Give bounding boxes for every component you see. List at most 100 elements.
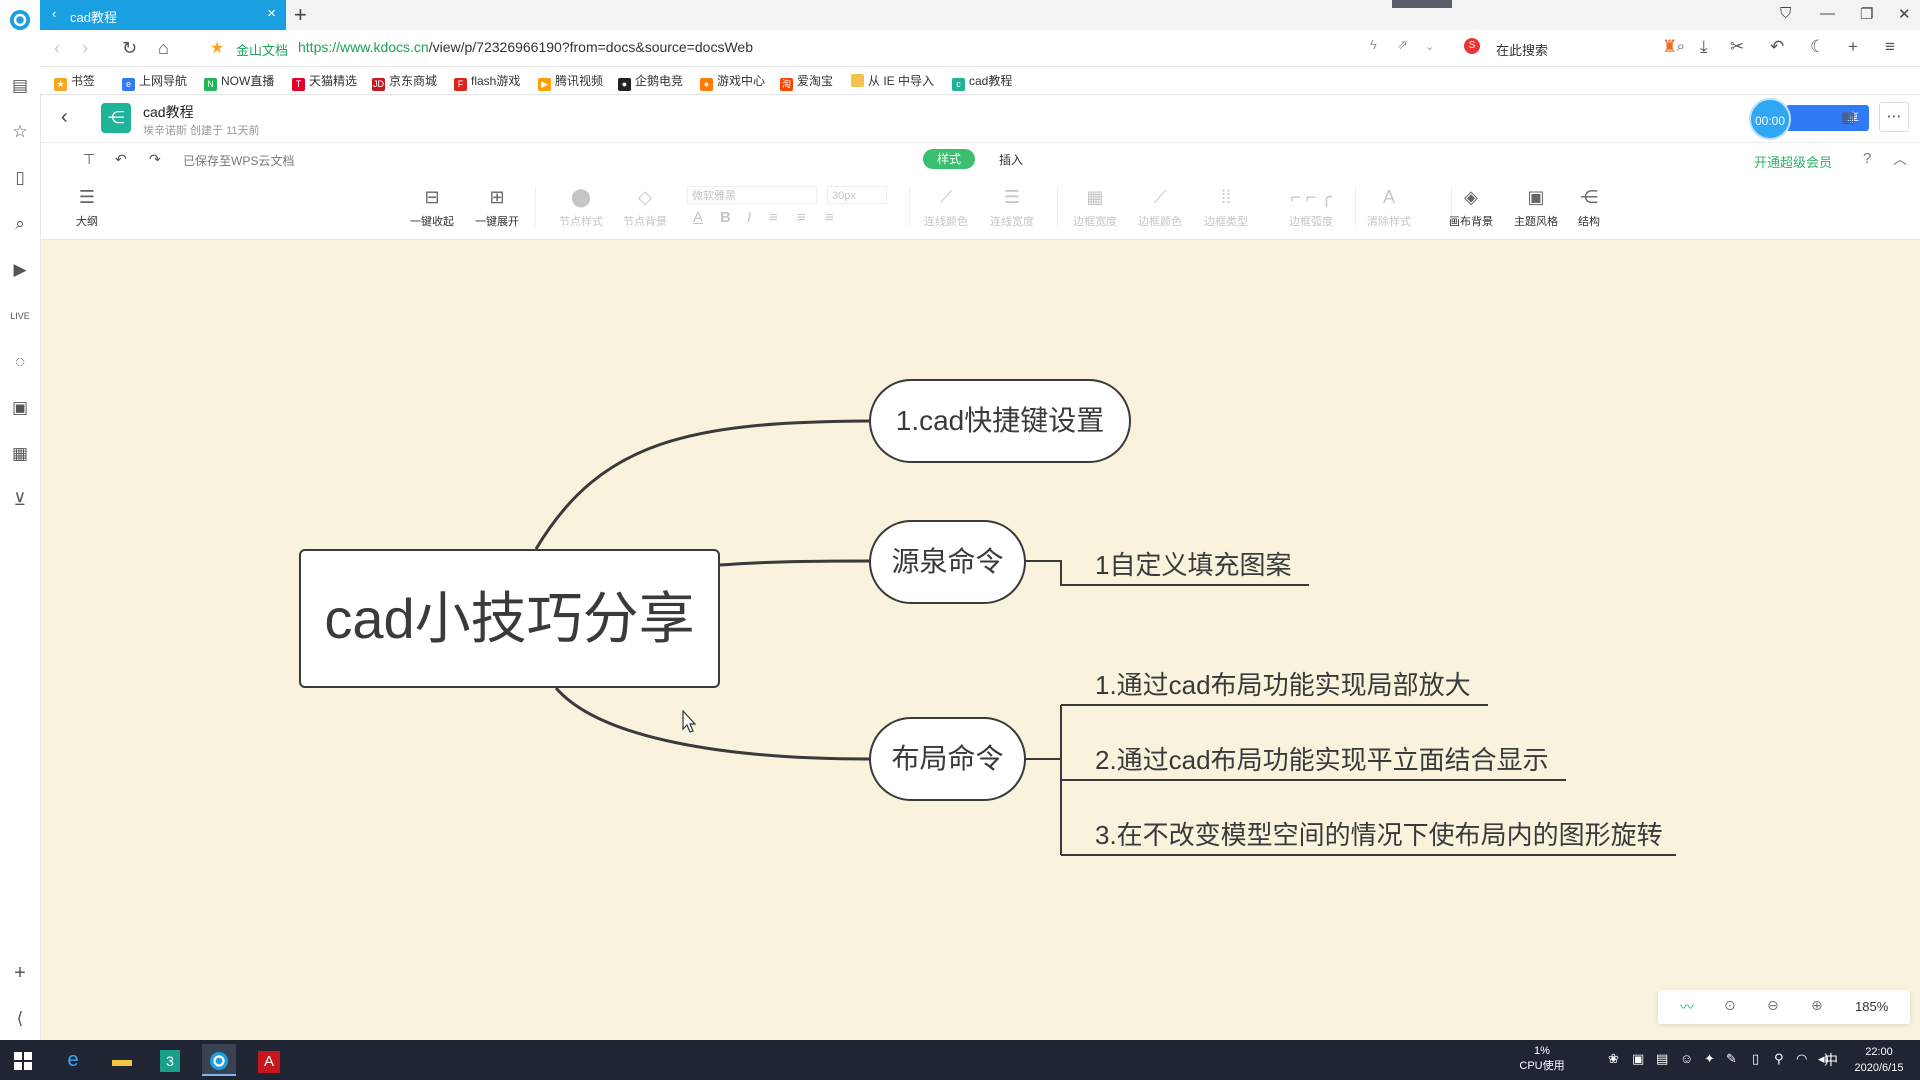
live-icon[interactable]: LIVE (8, 304, 32, 328)
tray-app-icon[interactable]: ✦ (1704, 1051, 1715, 1067)
bookmark-star-icon[interactable]: ★ (210, 38, 224, 58)
undo-icon[interactable]: ↶ (115, 151, 127, 168)
bookmark-item[interactable]: 从 IE 中导入 (851, 72, 934, 89)
timer-badge[interactable]: 00:00 (1749, 98, 1791, 140)
border-width-button[interactable]: ▦ 边框宽度 (1067, 186, 1123, 229)
format-painter-icon[interactable]: ⊤ (83, 151, 95, 168)
border-color-button[interactable]: ⟋ 边框颜色 (1132, 186, 1188, 229)
tab-style[interactable]: 样式 (923, 149, 975, 169)
mindmap-leaf-node[interactable]: 3.在不改变模型空间的情况下使布局内的图形旋转 (1095, 815, 1663, 852)
bookmark-item[interactable]: Fflash游戏 (454, 72, 520, 91)
border-type-button[interactable]: ⁞⁞ 边框类型 (1198, 186, 1254, 229)
game-icon[interactable]: ♜ (1662, 37, 1677, 57)
search-input[interactable]: 在此搜索 (1496, 40, 1548, 59)
cart-icon[interactable]: ⊻ (8, 488, 32, 512)
tray-user-icon[interactable]: ☺ (1680, 1051, 1693, 1066)
url-dropdown-icon[interactable]: ⌄ (1425, 40, 1434, 53)
lightning-icon[interactable]: ϟ (1370, 37, 1377, 52)
doc-title[interactable]: cad教程 (143, 102, 194, 122)
node-style-button[interactable]: ⬤ 节点样式 (553, 186, 609, 229)
font-family-select[interactable]: 微软雅黑 (687, 186, 817, 204)
browser-logo-icon[interactable] (8, 8, 32, 32)
app-3-icon[interactable]: 3 (153, 1044, 187, 1076)
mindmap-leaf-node[interactable]: 1自定义填充图案 (1095, 545, 1291, 582)
more-button[interactable]: ⋯ (1879, 102, 1909, 132)
collapse-all-button[interactable]: ⊟ 一键收起 (404, 186, 460, 229)
file-explorer-icon[interactable]: ▬ (105, 1044, 139, 1076)
mindmap-root-node[interactable]: cad小技巧分享 (299, 549, 720, 688)
home-icon[interactable]: ⌂ (158, 38, 169, 59)
tray-app-icon[interactable]: ▣ (1632, 1051, 1644, 1067)
microphone-icon[interactable]: ⚲ (1774, 1051, 1784, 1067)
start-button[interactable] (6, 1044, 40, 1076)
tab-close-icon[interactable]: × (267, 5, 276, 22)
restore-button[interactable]: ❐ (1860, 5, 1873, 23)
italic-icon[interactable]: I (747, 209, 751, 226)
bookmark-item[interactable]: 淘爱淘宝 (780, 72, 833, 91)
zoom-level[interactable]: 185% (1855, 999, 1888, 1014)
search-engine-icon[interactable]: S (1464, 38, 1480, 54)
zoom-in-icon[interactable]: ⊕ (1811, 997, 1823, 1014)
bookmark-item[interactable]: ● 企鹅电竞 (618, 72, 683, 91)
browser-taskbar-icon[interactable] (202, 1044, 236, 1076)
search-box[interactable]: S 在此搜索 ⌕ (1460, 36, 1685, 60)
tray-app-icon[interactable]: ✎ (1726, 1051, 1737, 1067)
ie-icon[interactable]: e (56, 1044, 90, 1076)
tray-app-icon[interactable]: ▤ (1656, 1051, 1668, 1067)
url-input[interactable]: https://www.kdocs.cn/view/p/72326966190?… (298, 39, 753, 55)
network-icon[interactable]: ◠ (1796, 1051, 1807, 1067)
locate-icon[interactable]: ⊙ (1724, 997, 1736, 1014)
download-icon[interactable]: ⤓ (1700, 37, 1708, 57)
favorites-icon[interactable]: ☆ (8, 120, 32, 144)
tray-app-icon[interactable]: ❀ (1608, 1051, 1619, 1067)
bookmark-item[interactable]: ● 游戏中心 (700, 72, 765, 91)
search-icon[interactable]: ⌕ (1677, 38, 1685, 55)
new-icon[interactable]: + (1848, 37, 1858, 57)
align-right-icon[interactable]: ≡ (825, 209, 834, 226)
bookmark-item[interactable]: T 天猫精选 (292, 72, 357, 91)
back-icon[interactable]: ‹ (54, 38, 60, 59)
mindmap-branch-node[interactable]: 布局命令 (869, 717, 1026, 801)
bookmark-item[interactable]: e 上网导航 (122, 72, 187, 91)
undo-close-icon[interactable]: ↶ (1770, 37, 1784, 57)
translate-icon[interactable]: ▦ (8, 442, 32, 466)
mindmap-leaf-node[interactable]: 2.通过cad布局功能实现平立面结合显示 (1095, 740, 1549, 777)
collapse-toolbar-icon[interactable]: ︿ (1893, 149, 1907, 169)
vip-link[interactable]: 开通超级会员 (1754, 152, 1832, 171)
search-icon[interactable]: ⌕ (8, 212, 32, 236)
zoom-out-icon[interactable]: ⊖ (1767, 997, 1779, 1014)
bold-icon[interactable]: B (720, 209, 731, 226)
share-button[interactable]: 享 (1786, 105, 1869, 131)
refresh-icon[interactable]: ↻ (122, 38, 137, 59)
video-icon[interactable]: ▶ (8, 258, 32, 282)
bookmark-item[interactable]: ▶ 腾讯视频 (538, 72, 603, 91)
view-icon[interactable]: 〰 (1680, 997, 1694, 1017)
news-icon[interactable]: ▤ (8, 74, 32, 98)
doc-back-icon[interactable]: ‹ (61, 106, 68, 129)
new-tab-button[interactable]: + (294, 2, 307, 28)
screenshot-icon[interactable]: ✂ (1730, 37, 1744, 57)
font-color-icon[interactable]: A (693, 209, 703, 226)
theme-button[interactable]: ▣ 主题风格 (1508, 186, 1564, 229)
help-icon[interactable]: ? (1863, 150, 1871, 167)
qr-code-icon[interactable]: ▦ (1841, 108, 1855, 126)
ime-indicator[interactable]: 中 (1824, 1050, 1838, 1070)
outline-button[interactable]: ☰ 大纲 (59, 186, 115, 229)
mindmap-branch-node[interactable]: 源泉命令 (869, 520, 1026, 604)
canvas-bg-button[interactable]: ◈ 画布背景 (1443, 186, 1499, 229)
redo-icon[interactable]: ↷ (149, 151, 161, 168)
font-size-select[interactable]: 30px (827, 186, 887, 204)
align-center-icon[interactable]: ≡ (797, 209, 806, 226)
skin-icon[interactable]: ⛉ (1780, 5, 1791, 22)
window-drag-handle[interactable] (1392, 0, 1452, 8)
night-mode-icon[interactable]: ☾ (1810, 37, 1825, 57)
expand-all-button[interactable]: ⊞ 一键展开 (469, 186, 525, 229)
bookmark-item[interactable]: N NOW直播 (204, 72, 274, 91)
align-left-icon[interactable]: ≡ (769, 209, 778, 226)
tab-insert[interactable]: 插入 (999, 151, 1023, 168)
autocad-icon[interactable]: A (252, 1044, 286, 1076)
tab-cad[interactable]: ‹ cad教程 × (40, 0, 286, 30)
bookmark-item[interactable]: c cad教程 (952, 72, 1012, 91)
briefcase-icon[interactable]: ▣ (8, 396, 32, 420)
share-page-icon[interactable]: ⇗ (1397, 37, 1408, 53)
